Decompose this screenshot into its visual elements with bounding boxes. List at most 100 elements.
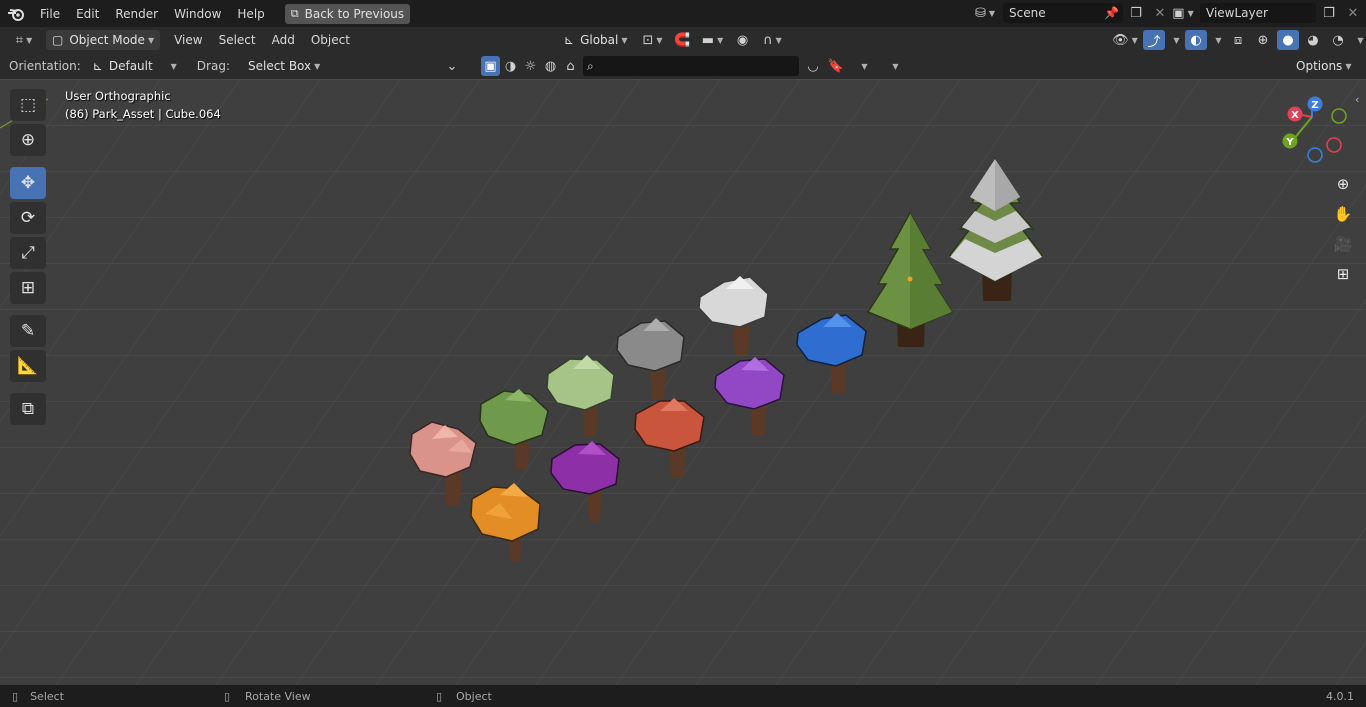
- transform-orientation-label: Global: [580, 33, 619, 47]
- new-scene-icon[interactable]: ❐: [1125, 3, 1147, 23]
- select-box-tool-icon[interactable]: ⬚: [10, 89, 46, 121]
- header-menu-view[interactable]: View: [166, 33, 210, 47]
- gizmo-toggle-icon[interactable]: ⤴: [1143, 30, 1165, 50]
- overlays-dropdown-icon[interactable]: ▼: [1210, 30, 1224, 50]
- visibility-eye-icon[interactable]: 👁 ▼: [1110, 30, 1140, 50]
- menu-file[interactable]: File: [32, 7, 68, 21]
- overlays-toggle-icon[interactable]: ◐: [1185, 30, 1207, 50]
- floor-grid: [0, 79, 1366, 685]
- back-to-previous-label: Back to Previous: [304, 6, 405, 21]
- object-mode-icon: ▢: [52, 33, 64, 47]
- drag-dropdown[interactable]: Select Box ▼: [241, 56, 327, 76]
- shading-material-icon[interactable]: ◕: [1302, 30, 1324, 50]
- perspective-grid-icon[interactable]: ⊞: [1330, 261, 1356, 287]
- shading-dropdown-icon[interactable]: ▼: [1352, 30, 1366, 50]
- editor-type-icon[interactable]: ⌗ ▼: [8, 30, 40, 50]
- annotate-tool-icon[interactable]: ✎: [10, 315, 46, 347]
- viewport-overlay-text: User Orthographic (86) Park_Asset | Cube…: [65, 87, 221, 123]
- viewlayer-icon[interactable]: ▣ ▼: [1168, 3, 1198, 23]
- library-dropdown-icon[interactable]: ▼: [879, 56, 909, 76]
- mouse-left-icon: ▯: [12, 689, 19, 703]
- screen-icon: ⧉: [290, 6, 299, 20]
- new-viewlayer-icon[interactable]: ❐: [1318, 3, 1340, 23]
- transform-tool-icon[interactable]: ⊞: [10, 272, 46, 304]
- mode-dropdown[interactable]: ▢ Object Mode ▼: [46, 30, 161, 50]
- status-select: Select: [30, 689, 64, 703]
- menu-help[interactable]: Help: [229, 7, 272, 21]
- falloff-icon[interactable]: ∩ ▼: [758, 30, 788, 50]
- orientation-value: Default: [108, 59, 153, 73]
- view-name: User Orthographic: [65, 89, 171, 103]
- top-menu-bar: File Edit Render Window Help ⧉ Back to P…: [0, 0, 1366, 27]
- snap-target-icon[interactable]: ▬ ▼: [698, 30, 728, 50]
- bookmark-icon[interactable]: 🔖: [825, 56, 847, 76]
- header-menu-object[interactable]: Object: [303, 33, 358, 47]
- drag-label: Drag:: [196, 59, 230, 73]
- xray-toggle-icon[interactable]: ⧈: [1227, 30, 1249, 50]
- shading-solid-icon[interactable]: ●: [1277, 30, 1299, 50]
- orientation-dropdown[interactable]: ⊾ Default ▼: [86, 56, 183, 76]
- filter-objects-icon[interactable]: ▣: [481, 56, 500, 76]
- delete-viewlayer-icon[interactable]: ✕: [1342, 3, 1364, 23]
- collapse-chevron-icon[interactable]: ⌄: [441, 56, 463, 76]
- object-info: (86) Park_Asset | Cube.064: [65, 107, 221, 121]
- gizmo-x-label: X: [1291, 110, 1299, 121]
- scene-icon[interactable]: ⛁ ▼: [969, 3, 1001, 23]
- header-menu-select[interactable]: Select: [211, 33, 264, 47]
- import-dropdown-icon[interactable]: ▼: [848, 56, 878, 76]
- scene-selector: ⛁ ▼ Scene 📌 ❐ ✕: [969, 3, 1171, 23]
- snap-icon[interactable]: 🧲: [672, 30, 694, 50]
- pan-hand-icon[interactable]: ✋: [1330, 201, 1356, 227]
- gizmo-y-label: Y: [1285, 137, 1294, 148]
- camera-view-icon[interactable]: 🎥: [1330, 231, 1356, 257]
- proportional-editing-icon[interactable]: ◉: [732, 30, 754, 50]
- status-rotate-view: Rotate View: [245, 689, 311, 703]
- viewlayer-name-field[interactable]: ViewLayer: [1200, 3, 1316, 23]
- rotate-tool-icon[interactable]: ⟳: [10, 202, 46, 234]
- gizmo-dropdown-icon[interactable]: ▼: [1168, 30, 1182, 50]
- back-to-previous-button[interactable]: ⧉ Back to Previous: [284, 3, 411, 24]
- gizmo-z-label: Z: [1311, 100, 1318, 111]
- move-tool-icon[interactable]: ✥: [10, 167, 46, 199]
- filter-brushes-icon[interactable]: ⌂: [561, 56, 580, 76]
- menu-render[interactable]: Render: [107, 7, 166, 21]
- chevron-down-icon: ▼: [147, 35, 155, 45]
- options-label: Options: [1296, 59, 1343, 73]
- transform-orientation-dropdown[interactable]: ⊾ Global ▼: [558, 30, 634, 50]
- mouse-right-icon: ▯: [436, 689, 443, 703]
- cursor-tool-icon[interactable]: ⊕: [10, 124, 46, 156]
- sidebar-toggle-icon[interactable]: ‹: [1355, 93, 1359, 106]
- drag-value: Select Box: [247, 59, 312, 73]
- sort-icon[interactable]: ◡: [802, 56, 824, 76]
- object-origin-dot: [907, 276, 913, 282]
- shading-wireframe-icon[interactable]: ⊕: [1252, 30, 1274, 50]
- shading-rendered-icon[interactable]: ◔: [1327, 30, 1349, 50]
- asset-filter-controls: ▣ ◑ ☼ ◍ ⌂ ⌕ ◡ 🔖 ▼ ▼: [481, 56, 909, 76]
- add-cube-tool-icon[interactable]: ⧉: [10, 393, 46, 425]
- options-dropdown[interactable]: Options ▼: [1290, 56, 1358, 76]
- status-bar: ▯ Select ▯ Rotate View ▯ Object 4.0.1: [0, 685, 1366, 707]
- tool-settings-bar: Orientation: ⊾ Default ▼ Drag: Select Bo…: [0, 53, 1366, 79]
- scene-name-field[interactable]: Scene 📌: [1003, 3, 1123, 23]
- header-menu-add[interactable]: Add: [264, 33, 303, 47]
- menu-edit[interactable]: Edit: [68, 7, 107, 21]
- scene-canvas: Z X Y: [0, 79, 1366, 685]
- mouse-middle-icon: ▯: [224, 689, 231, 703]
- version-label: 4.0.1: [1326, 689, 1354, 703]
- menu-window[interactable]: Window: [166, 7, 229, 21]
- 3d-viewport[interactable]: Z X Y User Orthographic (86) Park_Asset …: [0, 79, 1366, 685]
- pivot-point-icon[interactable]: ⊡ ▼: [638, 30, 668, 50]
- filter-worlds-icon[interactable]: ◍: [541, 56, 560, 76]
- filter-lights-icon[interactable]: ☼: [521, 56, 540, 76]
- blender-logo-icon[interactable]: [0, 7, 32, 21]
- asset-search-input[interactable]: [597, 59, 788, 73]
- asset-search-field[interactable]: ⌕: [583, 56, 799, 76]
- scale-tool-icon[interactable]: ⤢: [10, 237, 46, 269]
- transform-controls: ⊾ Global ▼ ⊡ ▼ 🧲 ▬ ▼ ◉ ∩ ▼: [558, 30, 788, 50]
- filter-materials-icon[interactable]: ◑: [501, 56, 520, 76]
- tool-shelf: ⬚ ⊕ ✥ ⟳ ⤢ ⊞ ✎ 📐 ⧉: [10, 89, 46, 428]
- scene-name: Scene: [1009, 6, 1046, 20]
- pin-icon[interactable]: 📌: [1104, 6, 1119, 20]
- zoom-icon[interactable]: ⊕: [1330, 171, 1356, 197]
- measure-tool-icon[interactable]: 📐: [10, 350, 46, 382]
